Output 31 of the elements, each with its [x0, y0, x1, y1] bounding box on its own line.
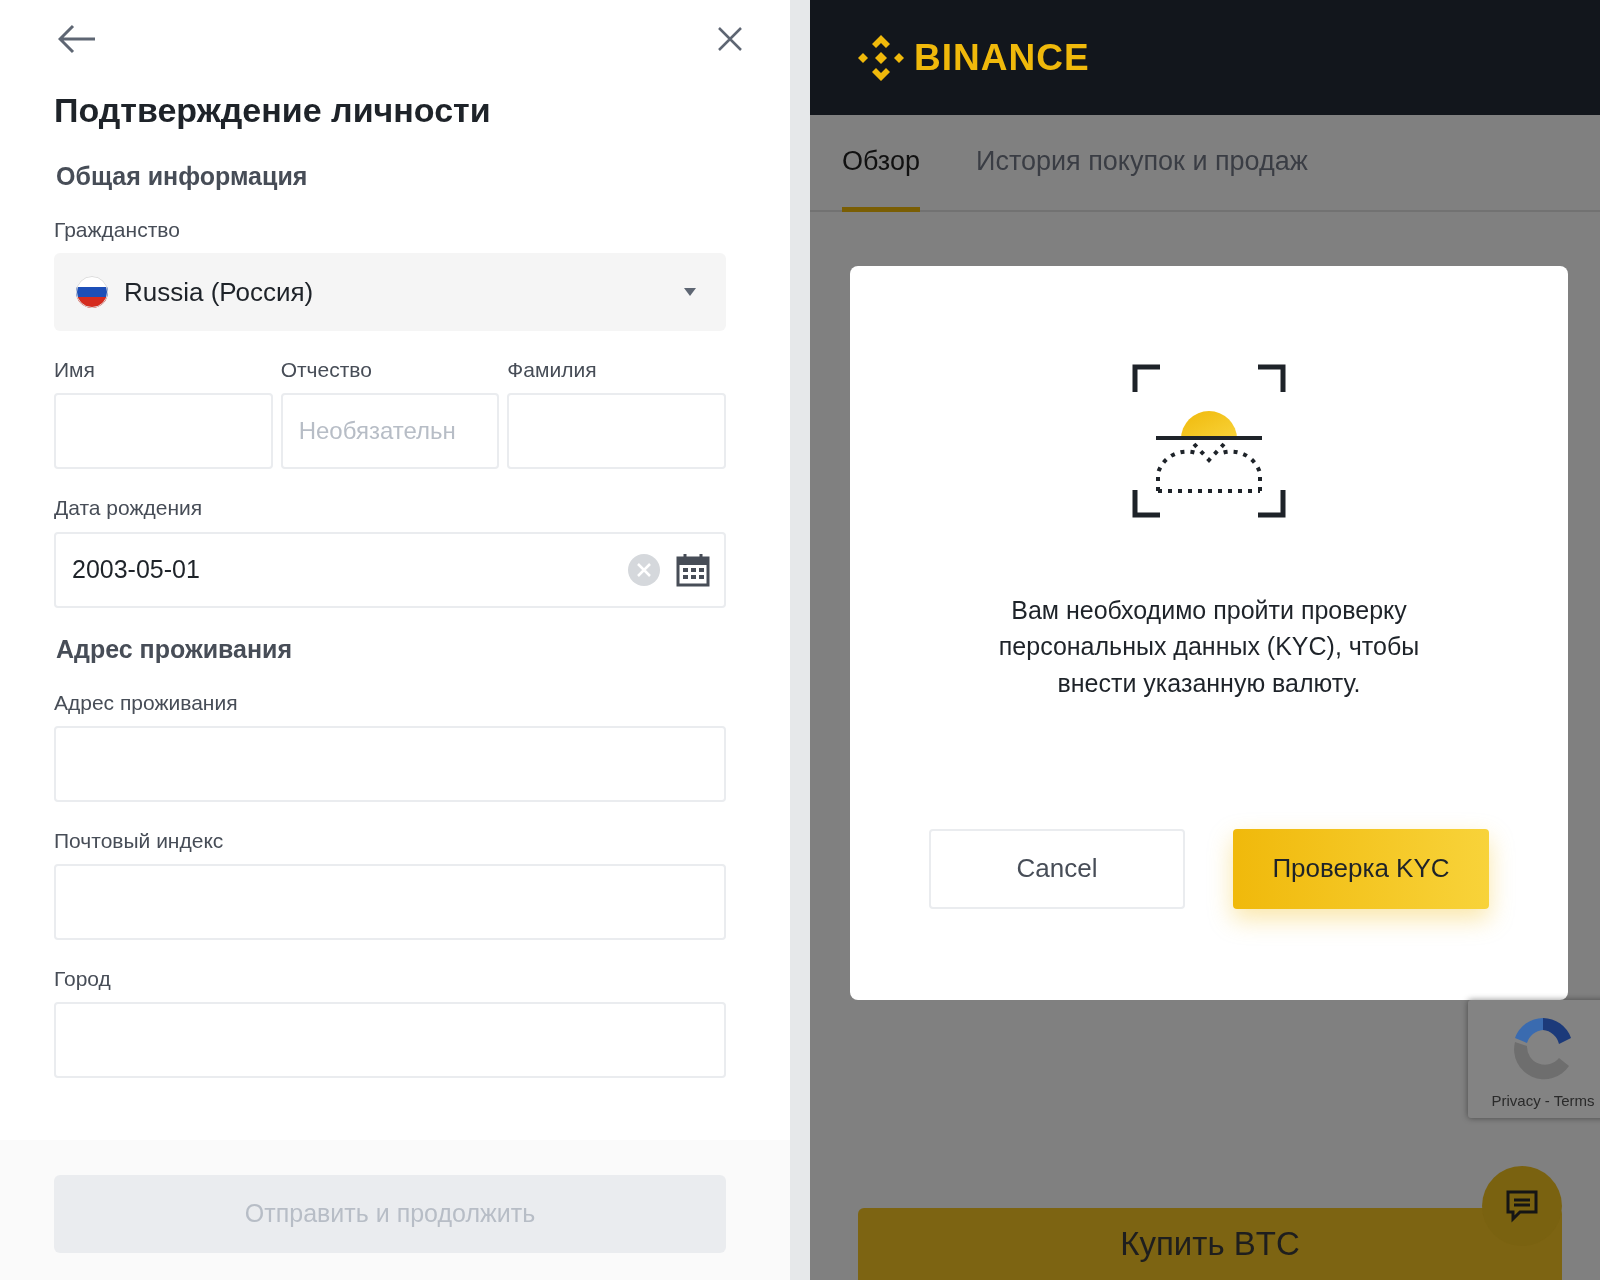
- buy-button[interactable]: Купить BTC: [858, 1208, 1562, 1280]
- privacy-terms-link[interactable]: Privacy - Terms: [1491, 1090, 1595, 1113]
- field-label: Город: [54, 966, 111, 993]
- field-label: Имя: [54, 357, 95, 384]
- field-label: Адрес проживания: [54, 689, 238, 716]
- form-title: Подтверждение личности: [54, 90, 491, 131]
- calendar-icon[interactable]: [676, 552, 710, 587]
- section-heading: Общая информация: [56, 160, 308, 191]
- section-heading: Адрес проживания: [56, 633, 293, 664]
- field-label: Дата рождения: [54, 495, 203, 522]
- close-icon[interactable]: [718, 27, 742, 51]
- cancel-button[interactable]: Cancel: [929, 828, 1185, 909]
- kyc-button[interactable]: Проверка KYC: [1233, 828, 1489, 909]
- tab[interactable]: Обзор: [842, 115, 920, 212]
- kyc-message: Вам необходимо пройти проверку персональных данных (KYC), чтобы внести указанную валюту.: [997, 595, 1421, 699]
- tab[interactable]: История покупок и продаж: [976, 115, 1308, 212]
- field-label: Почтовый индекс: [54, 827, 224, 854]
- chat-icon: [1505, 1189, 1539, 1223]
- field-label: Фамилия: [507, 357, 597, 384]
- dropdown-caret-icon: [684, 288, 696, 297]
- clear-icon[interactable]: [628, 553, 660, 586]
- face-scan-icon: [1132, 364, 1286, 518]
- field-label: Гражданство: [54, 216, 180, 243]
- back-arrow-icon[interactable]: [58, 24, 96, 54]
- country-select[interactable]: Russia (Россия): [54, 253, 726, 332]
- field-label: Отчество: [280, 357, 372, 384]
- flag-icon: [76, 276, 108, 309]
- date-field[interactable]: 2003-05-01: [54, 531, 726, 608]
- logo-icon: [856, 32, 906, 83]
- brand-name: BINANCE: [914, 35, 1090, 80]
- text-field[interactable]: Необязательн: [280, 393, 500, 470]
